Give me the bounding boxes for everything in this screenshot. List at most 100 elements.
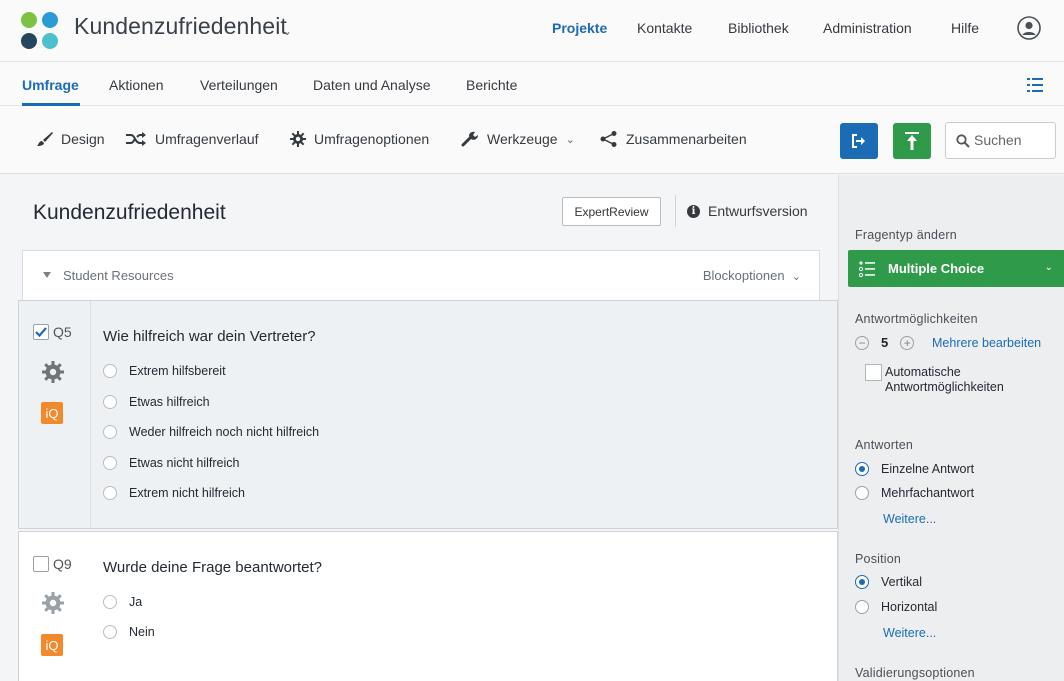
question-type-label: Multiple Choice: [888, 261, 985, 276]
answer-multi-label: Mehrfachantwort: [881, 486, 975, 500]
block-options-label: Blockoptionen: [702, 268, 785, 283]
answer-multi-option[interactable]: Mehrfachantwort: [855, 486, 974, 500]
chevron-down-icon: ⌄: [565, 133, 575, 146]
survey-flow-button[interactable]: Umfragenverlauf: [125, 131, 259, 147]
tab-verteilungen[interactable]: Verteilungen: [200, 77, 278, 93]
question-number: Q9: [53, 556, 72, 572]
answers-label: Antworten: [855, 438, 914, 452]
tab-daten-und-analyse[interactable]: Daten und Analyse: [313, 77, 431, 93]
more-answers-link[interactable]: Weitere...: [883, 512, 936, 526]
position-vertical-option[interactable]: Vertikal: [855, 575, 922, 589]
radio-button[interactable]: [855, 600, 869, 614]
change-type-label: Fragentyp ändern: [855, 228, 957, 242]
block-options-button[interactable]: Blockoptionen ⌄: [703, 268, 801, 283]
nav-hilfe[interactable]: Hilfe: [951, 20, 979, 36]
question-card-q9[interactable]: Q9 iQ Wurde deine Frage beantwortet? Ja …: [18, 531, 838, 681]
survey-options-label: Umfragenoptionen: [314, 131, 430, 147]
gear-icon[interactable]: [41, 591, 65, 620]
search-box[interactable]: [945, 122, 1056, 159]
minus-icon[interactable]: −: [855, 335, 869, 350]
checkmark-icon: [35, 327, 47, 338]
editor-toolbar: Design Umfragenverlauf Umfragenoptionen …: [0, 106, 1064, 174]
radio-button[interactable]: [103, 456, 117, 470]
choice-item[interactable]: Etwas nicht hilfreich: [103, 456, 239, 470]
radio-button[interactable]: [103, 395, 117, 409]
project-title[interactable]: Kundenzufriedenheit: [74, 13, 287, 40]
preview-button[interactable]: [840, 123, 878, 159]
tab-aktionen[interactable]: Aktionen: [109, 77, 163, 93]
more-position-link[interactable]: Weitere...: [883, 626, 936, 640]
gear-icon[interactable]: [41, 360, 65, 389]
choice-label: Etwas hilfreich: [129, 395, 210, 409]
iq-icon[interactable]: iQ: [41, 402, 63, 424]
position-horizontal-option[interactable]: Horizontal: [855, 600, 937, 614]
nav-bibliothek[interactable]: Bibliothek: [728, 20, 789, 36]
radio-button[interactable]: [103, 625, 117, 639]
design-button[interactable]: Design: [36, 131, 105, 147]
question-checkbox[interactable]: [33, 324, 49, 340]
tools-label: Werkzeuge: [487, 131, 558, 147]
tab-berichte[interactable]: Berichte: [466, 77, 517, 93]
question-text[interactable]: Wurde deine Frage beantwortet?: [103, 559, 322, 576]
answer-single-option[interactable]: Einzelne Antwort: [855, 462, 974, 476]
survey-options-button[interactable]: Umfragenoptionen: [290, 131, 429, 147]
expert-review-button[interactable]: ExpertReview: [562, 197, 661, 226]
tools-menu-button[interactable]: Werkzeuge ⌄: [461, 131, 575, 147]
radio-button[interactable]: [855, 575, 869, 589]
iq-icon[interactable]: iQ: [41, 634, 63, 656]
answer-single-label: Einzelne Antwort: [881, 462, 975, 476]
tab-umfrage[interactable]: Umfrage: [22, 77, 79, 93]
search-icon: [956, 134, 970, 148]
radio-button[interactable]: [103, 425, 117, 439]
choice-label: Extrem hilfsbereit: [129, 364, 226, 378]
search-input[interactable]: [974, 132, 1050, 148]
position-label: Position: [855, 552, 902, 566]
choice-item[interactable]: Extrem hilfsbereit: [103, 364, 226, 378]
collaborate-button[interactable]: Zusammenarbeiten: [600, 131, 747, 147]
plus-icon[interactable]: +: [900, 335, 915, 350]
top-bar: Kundenzufriedenheit ⌄ Projekte Kontakte …: [0, 0, 1064, 62]
radio-button[interactable]: [103, 486, 117, 500]
radio-button[interactable]: [103, 364, 117, 378]
logo-icon[interactable]: [21, 12, 59, 50]
nav-administration[interactable]: Administration: [823, 20, 912, 36]
question-text[interactable]: Wie hilfreich war dein Vertreter?: [103, 328, 316, 345]
publish-button[interactable]: [893, 123, 931, 159]
choices-label: Antwortmöglichkeiten: [855, 312, 978, 326]
choice-item[interactable]: Weder hilfreich noch nicht hilfreich: [103, 425, 319, 439]
radio-button[interactable]: [103, 595, 117, 609]
design-label: Design: [61, 131, 105, 147]
auto-choices-label-line1: Automatische: [885, 365, 961, 379]
validation-label: Validierungsoptionen: [855, 666, 975, 680]
nav-kontakte[interactable]: Kontakte: [637, 20, 692, 36]
collaborate-label: Zusammenarbeiten: [626, 131, 747, 147]
question-gutter: Q9 iQ: [19, 532, 91, 681]
user-avatar-icon[interactable]: [1017, 16, 1041, 40]
question-card-q5[interactable]: Q5 iQ Wie hilfreich war dein Vertreter? …: [18, 300, 838, 529]
radio-button[interactable]: [855, 462, 869, 476]
list-view-icon[interactable]: [1024, 77, 1046, 93]
question-type-dropdown[interactable]: Multiple Choice ⌄: [848, 250, 1064, 287]
choice-item[interactable]: Etwas hilfreich: [103, 395, 210, 409]
choice-label: Etwas nicht hilfreich: [129, 456, 240, 470]
chevron-down-icon: ⌄: [1044, 262, 1053, 273]
question-checkbox[interactable]: [33, 556, 49, 572]
block-name[interactable]: Student Resources: [63, 268, 174, 283]
choice-item[interactable]: Nein: [103, 625, 155, 639]
choice-label: Weder hilfreich noch nicht hilfreich: [129, 425, 320, 439]
choice-count-stepper: − 5 +: [855, 335, 915, 350]
auto-choices-checkbox[interactable]: [865, 364, 882, 381]
edit-multiple-link[interactable]: Mehrere bearbeiten: [932, 336, 1041, 350]
choice-count-value: 5: [881, 335, 889, 350]
draft-version-label: Entwurfsversion: [708, 203, 808, 219]
choice-item[interactable]: Extrem nicht hilfreich: [103, 486, 245, 500]
draft-version-button[interactable]: i Entwurfsversion: [687, 203, 808, 219]
wrench-icon: [461, 131, 478, 147]
nav-projekte[interactable]: Projekte: [552, 20, 607, 36]
chevron-down-icon[interactable]: ⌄: [282, 24, 292, 38]
position-horizontal-label: Horizontal: [881, 600, 938, 614]
choice-item[interactable]: Ja: [103, 595, 142, 609]
auto-choices-label-line2: Antwortmöglichkeiten: [885, 380, 1004, 394]
collapse-triangle-icon[interactable]: [43, 272, 51, 278]
radio-button[interactable]: [855, 486, 869, 500]
